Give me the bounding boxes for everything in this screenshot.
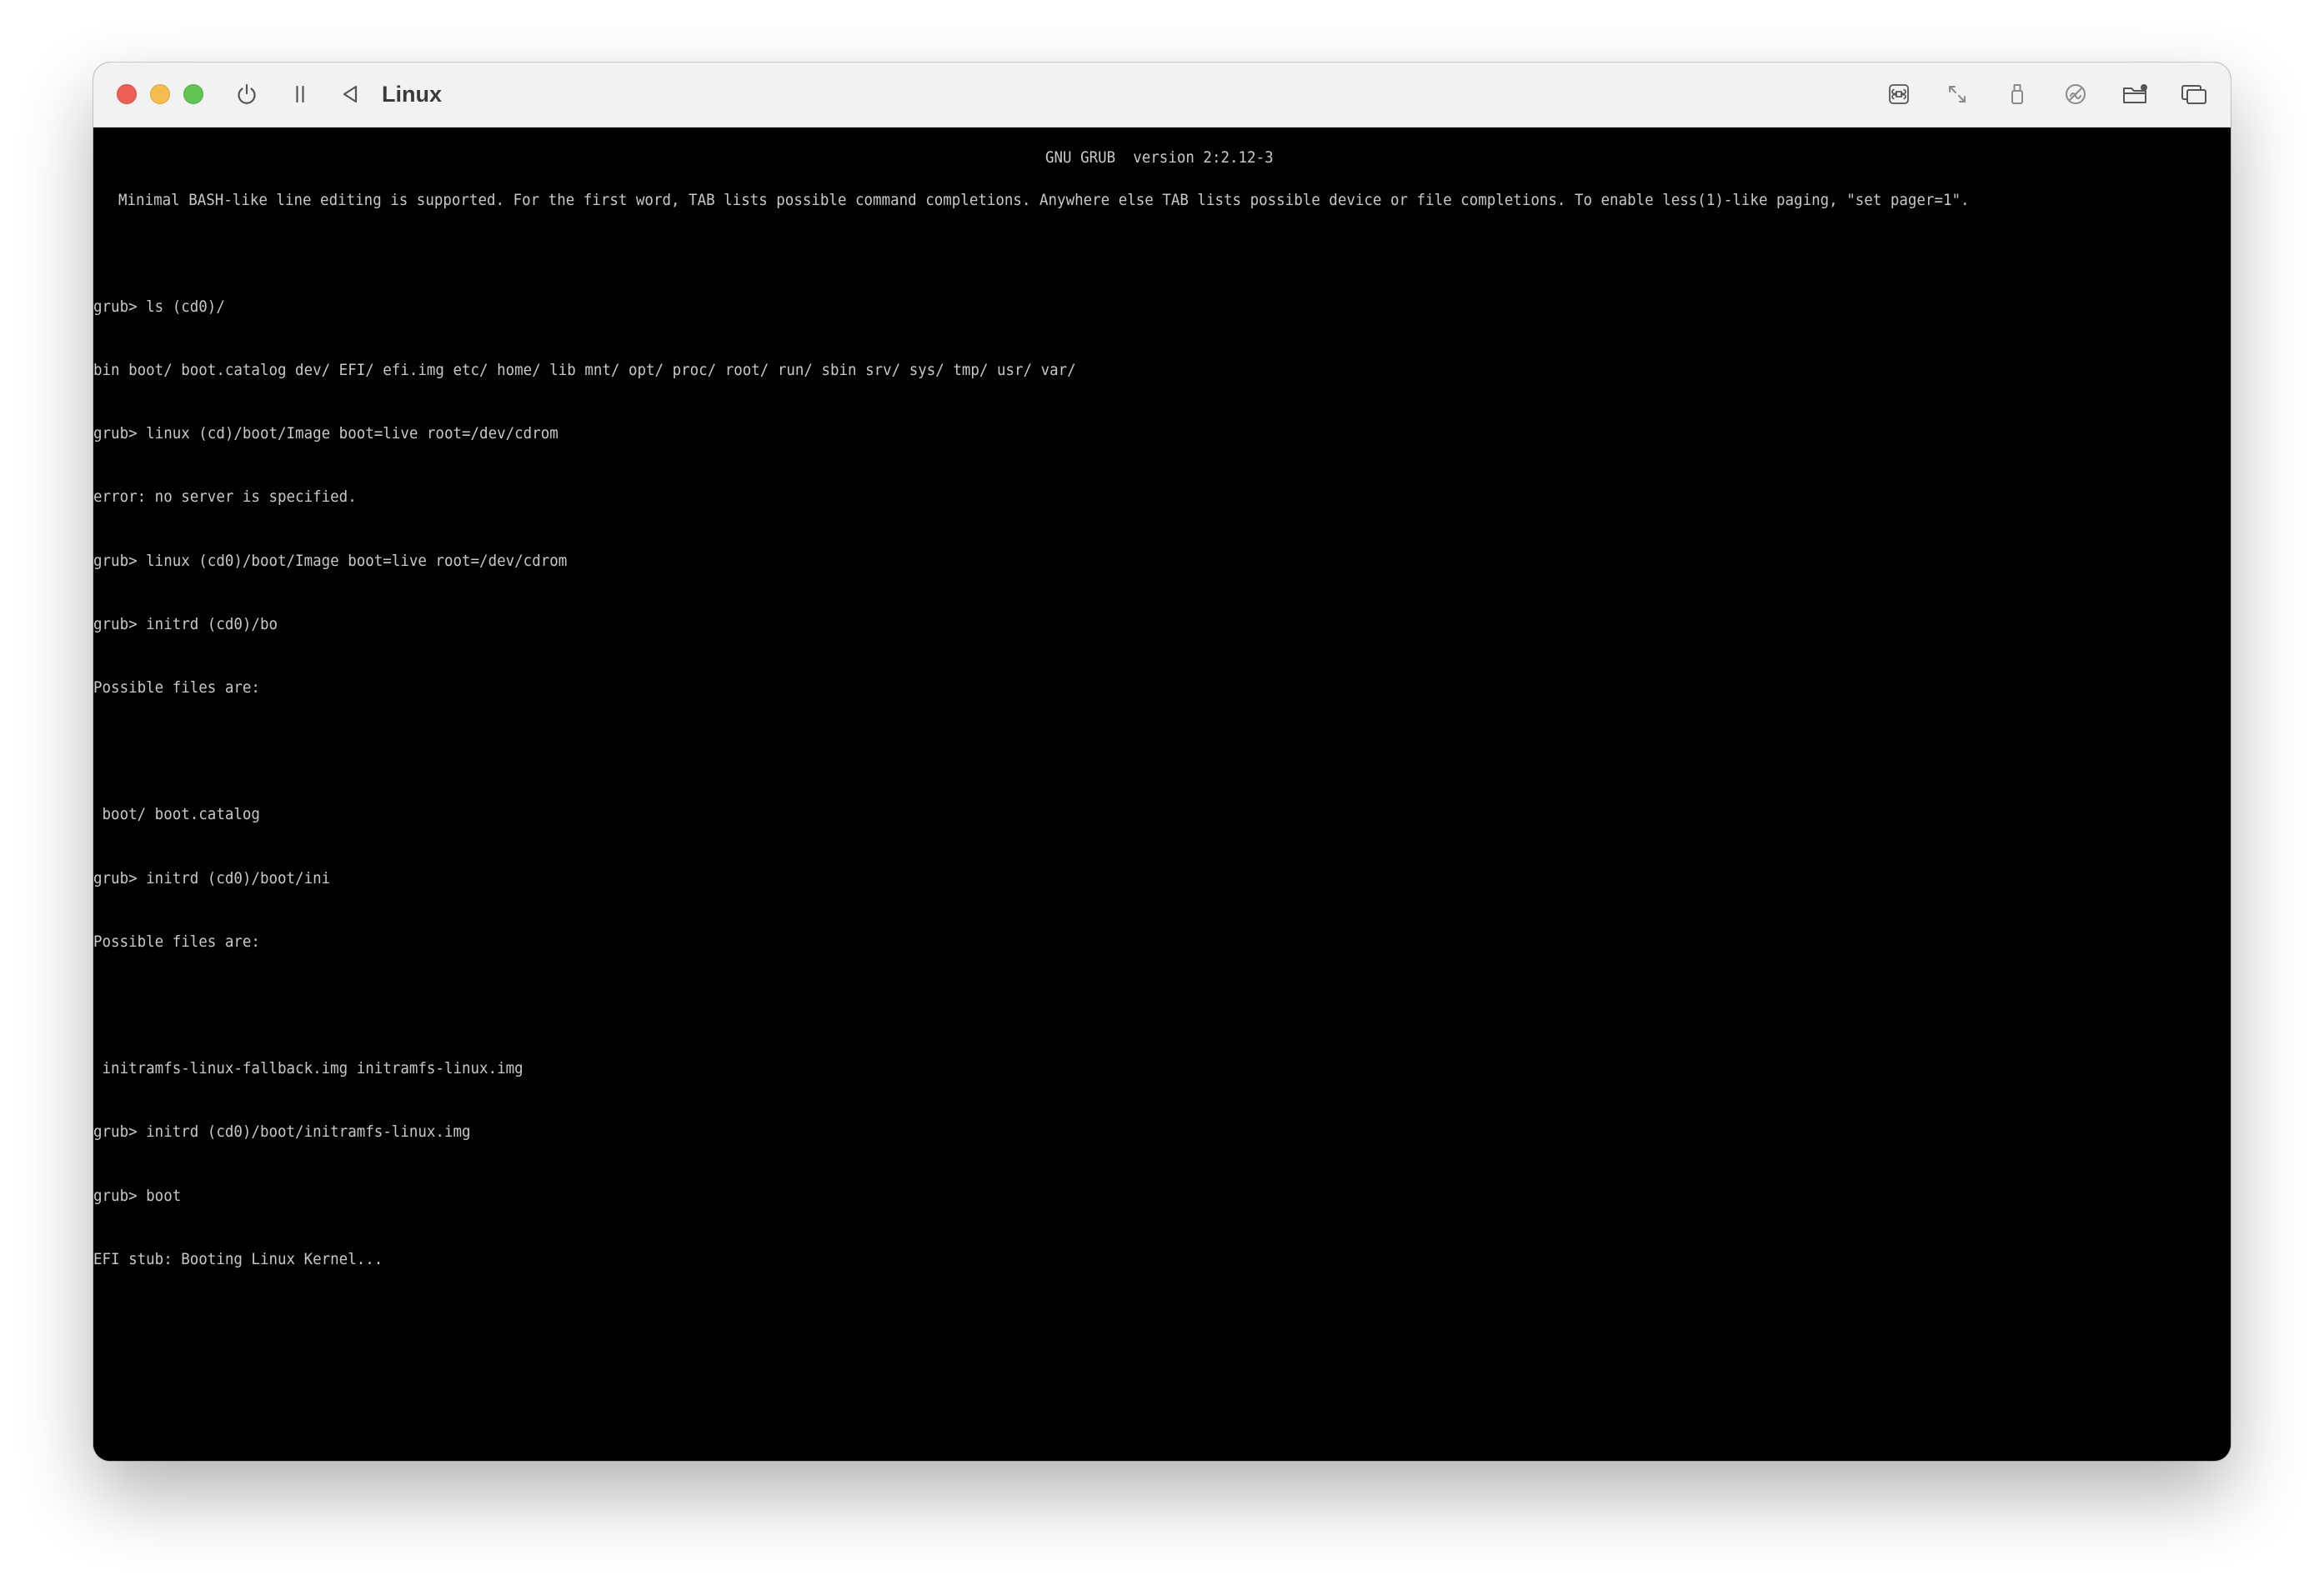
terminal-line: grub> initrd (cd0)/boot/ini: [93, 868, 331, 888]
command-key-icon[interactable]: [1882, 78, 1916, 111]
terminal-line: grub> boot: [93, 1186, 182, 1205]
pause-icon[interactable]: [283, 78, 317, 111]
terminal-line: grub> initrd (cd0)/boot/initramfs-linux.…: [93, 1122, 471, 1142]
terminal-line: EFI stub: Booting Linux Kernel...: [93, 1249, 383, 1268]
usb-icon[interactable]: [2001, 78, 2034, 111]
terminal-line: error: no server is specified.: [93, 488, 357, 507]
terminal-line: initramfs-linux-fallback.img initramfs-l…: [93, 1059, 523, 1078]
vm-window: Linux GNU GRUB version 2:2.12-3 Minimal …: [93, 62, 2231, 1461]
power-icon[interactable]: [230, 78, 263, 111]
terminal-line: grub> linux (cd)/boot/Image boot=live ro…: [93, 424, 558, 443]
terminal-line: bin boot/ boot.catalog dev/ EFI/ efi.img…: [93, 361, 1076, 380]
terminal-line: grub> ls (cd0)/: [93, 297, 225, 316]
shared-folder-icon[interactable]: [2119, 78, 2152, 111]
audio-icon[interactable]: [2059, 78, 2092, 111]
grub-session: grub> ls (cd0)/ bin boot/ boot.catalog d…: [93, 254, 1076, 1312]
terminal-line: boot/ boot.catalog: [93, 805, 260, 824]
terminal-line: grub> linux (cd0)/boot/Image boot=live r…: [93, 551, 568, 570]
terminal-line: Possible files are:: [93, 932, 260, 951]
window-title: Linux: [382, 82, 442, 107]
resize-arrows-icon[interactable]: [1941, 78, 1974, 111]
zoom-button[interactable]: [183, 84, 203, 104]
titlebar: Linux: [93, 62, 2231, 128]
terminal-line: grub> initrd (cd0)/bo: [93, 614, 278, 633]
display-windows-icon[interactable]: [2177, 78, 2211, 111]
grub-header: GNU GRUB version 2:2.12-3: [1045, 148, 1274, 167]
vm-screen[interactable]: GNU GRUB version 2:2.12-3 Minimal BASH-l…: [93, 128, 2231, 1461]
terminal-line: Possible files are:: [93, 678, 260, 698]
grub-info: Minimal BASH-like line editing is suppor…: [118, 191, 1970, 209]
minimize-button[interactable]: [150, 84, 170, 104]
close-button[interactable]: [117, 84, 137, 104]
back-icon[interactable]: [333, 78, 367, 111]
